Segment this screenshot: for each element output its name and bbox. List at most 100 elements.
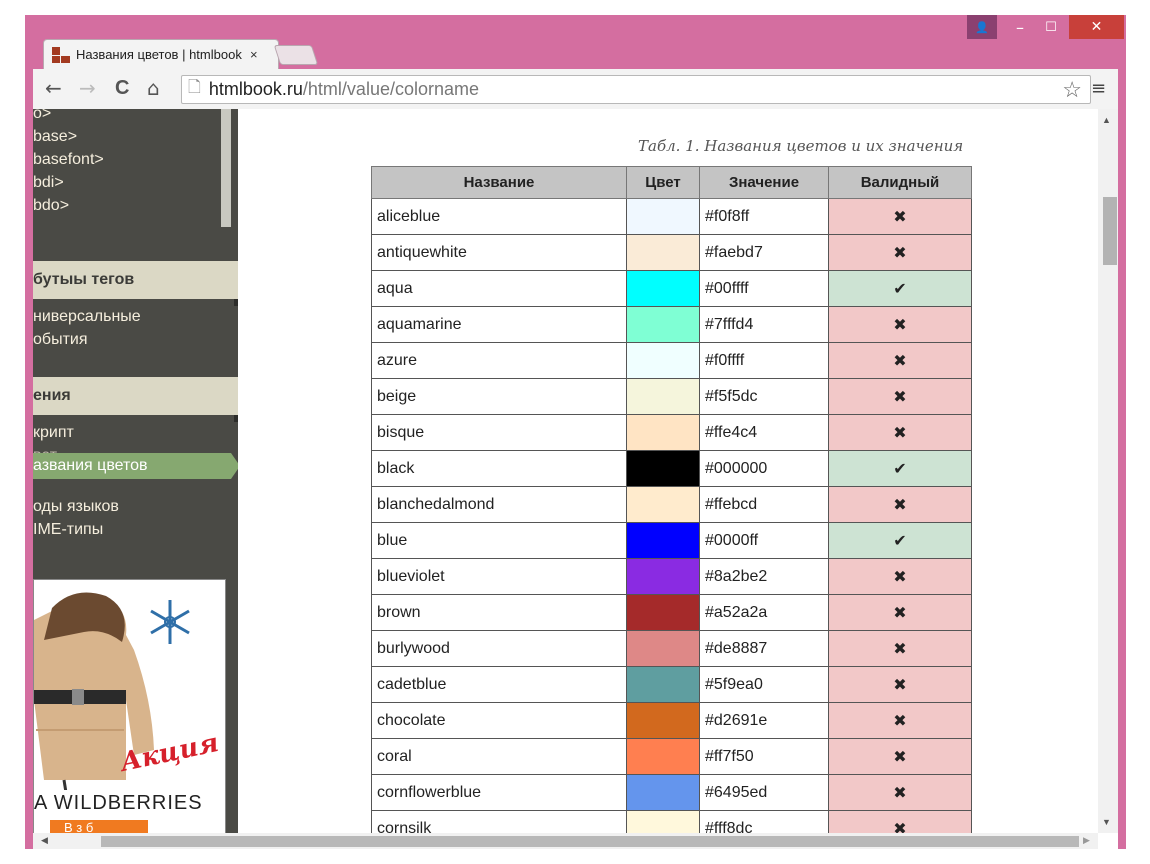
sidebar-link[interactable]: base>	[33, 128, 77, 146]
table-row: aquamarine #7fffd4 ✖	[371, 306, 972, 343]
color-swatch-cell	[626, 666, 700, 703]
sidebar-link[interactable]: крипт	[33, 424, 74, 442]
scroll-left-arrow-icon[interactable]: ◀	[41, 835, 48, 846]
reload-icon[interactable]: C	[115, 77, 129, 99]
invalid-cross-icon: ✖	[828, 414, 972, 451]
color-name-cell: blanchedalmond	[371, 486, 627, 523]
sidebar-section-values: ения	[33, 377, 238, 422]
color-value-cell: #ffe4c4	[699, 414, 829, 451]
color-name-cell: blueviolet	[371, 558, 627, 595]
sidebar-link[interactable]: ниверсальные	[33, 308, 141, 326]
color-value-cell: #000000	[699, 450, 829, 487]
table-row: beige #f5f5dc ✖	[371, 378, 972, 415]
color-value-cell: #f5f5dc	[699, 378, 829, 415]
color-value-cell: #ff7f50	[699, 738, 829, 775]
url-host: htmlbook.ru	[208, 79, 303, 99]
sidebar: o> base> basefont> bdi> bdo> бутыы тегов…	[33, 109, 238, 849]
color-name-cell: azure	[371, 342, 627, 379]
scroll-up-arrow-icon[interactable]: ▲	[1102, 115, 1111, 125]
close-window-button[interactable]: ✕	[1069, 15, 1124, 39]
invalid-cross-icon: ✖	[828, 378, 972, 415]
color-name-cell: coral	[371, 738, 627, 775]
vertical-scroll-thumb[interactable]	[1103, 197, 1117, 265]
table-row: burlywood #de8887 ✖	[371, 630, 972, 667]
invalid-cross-icon: ✖	[828, 666, 972, 703]
table-row: azure #f0ffff ✖	[371, 342, 972, 379]
active-item-arrow	[231, 453, 238, 479]
invalid-cross-icon: ✖	[828, 630, 972, 667]
invalid-cross-icon: ✖	[828, 774, 972, 811]
color-name-cell: brown	[371, 594, 627, 631]
table-row: coral #ff7f50 ✖	[371, 738, 972, 775]
sidebar-link[interactable]: basefont>	[33, 151, 104, 169]
maximize-button[interactable]: ☐	[1035, 15, 1067, 39]
sidebar-link[interactable]: bdi>	[33, 174, 64, 192]
color-name-cell: burlywood	[371, 630, 627, 667]
invalid-cross-icon: ✖	[828, 198, 972, 235]
browser-tab-active[interactable]: Названия цветов | htmlbook ×	[43, 39, 279, 69]
browser-toolbar: ← → C ⌂ 🗋 htmlbook.ru/html/value/colorna…	[33, 69, 1118, 109]
bookmark-star-icon[interactable]: ☆	[1062, 77, 1082, 103]
tab-close-icon[interactable]: ×	[250, 47, 258, 62]
color-name-cell: blue	[371, 522, 627, 559]
color-name-cell: black	[371, 450, 627, 487]
ad-banner[interactable]: Акция A WILDBERRIES В з б	[33, 579, 226, 849]
horizontal-scroll-thumb[interactable]	[101, 836, 1079, 847]
color-value-cell: #ffebcd	[699, 486, 829, 523]
color-swatch-cell	[626, 342, 700, 379]
back-arrow-icon[interactable]: ←	[45, 77, 62, 99]
color-name-cell: chocolate	[371, 702, 627, 739]
sidebar-link[interactable]: o>	[33, 109, 51, 123]
sidebar-link[interactable]: обытия	[33, 331, 88, 349]
sidebar-link[interactable]: IME-типы	[33, 521, 103, 539]
table-row: bisque #ffe4c4 ✖	[371, 414, 972, 451]
table-header-row: Название Цвет Значение Валидный	[371, 166, 972, 199]
invalid-cross-icon: ✖	[828, 594, 972, 631]
scroll-right-arrow-icon[interactable]: ▶	[1083, 835, 1090, 846]
home-icon[interactable]: ⌂	[147, 77, 160, 99]
color-name-cell: bisque	[371, 414, 627, 451]
scroll-down-arrow-icon[interactable]: ▼	[1102, 817, 1111, 827]
address-bar[interactable]: 🗋 htmlbook.ru/html/value/colorname ☆	[181, 75, 1091, 104]
valid-check-icon: ✔	[828, 450, 972, 487]
minimize-button[interactable]: –	[1005, 15, 1035, 39]
table-row: black #000000 ✔	[371, 450, 972, 487]
table-row: antiquewhite #faebd7 ✖	[371, 234, 972, 271]
ad-brand-logo: A WILDBERRIES	[34, 792, 203, 814]
column-header-value: Значение	[699, 166, 829, 199]
invalid-cross-icon: ✖	[828, 342, 972, 379]
snowflake-icon	[150, 600, 190, 644]
table-row: aqua #00ffff ✔	[371, 270, 972, 307]
invalid-cross-icon: ✖	[828, 306, 972, 343]
user-icon[interactable]: 👤	[967, 15, 997, 39]
invalid-cross-icon: ✖	[828, 486, 972, 523]
horizontal-scrollbar[interactable]: ◀ ▶	[33, 833, 1098, 849]
color-swatch-cell	[626, 234, 700, 271]
forward-arrow-icon[interactable]: →	[79, 77, 96, 99]
color-swatch-cell	[626, 558, 700, 595]
color-swatch-cell	[626, 306, 700, 343]
color-value-cell: #6495ed	[699, 774, 829, 811]
table-body: aliceblue #f0f8ff ✖ antiquewhite #faebd7 ✖ aqu…	[371, 198, 972, 847]
column-header-name: Название	[371, 166, 627, 199]
menu-icon[interactable]: ≡	[1091, 78, 1106, 99]
sidebar-item-label: азвания цветов	[33, 457, 148, 474]
table-row: blueviolet #8a2be2 ✖	[371, 558, 972, 595]
sidebar-scrollbar[interactable]	[221, 109, 231, 227]
color-value-cell: #5f9ea0	[699, 666, 829, 703]
color-name-cell: aquamarine	[371, 306, 627, 343]
new-tab-button[interactable]	[273, 45, 319, 65]
color-swatch-cell	[626, 594, 700, 631]
sidebar-item-active[interactable]: азвания цветов	[33, 453, 231, 479]
page-viewport: o> base> basefont> bdi> bdo> бутыы тегов…	[33, 109, 1118, 849]
sidebar-link[interactable]: оды языков	[33, 498, 119, 516]
color-name-cell: aqua	[371, 270, 627, 307]
color-swatch-cell	[626, 450, 700, 487]
vertical-scrollbar[interactable]: ▲ ▼	[1098, 109, 1118, 833]
sidebar-link[interactable]: bdo>	[33, 197, 69, 215]
color-swatch-cell	[626, 198, 700, 235]
color-table: Название Цвет Значение Валидный aliceblu…	[371, 166, 972, 847]
page-icon: 🗋	[188, 79, 201, 96]
color-name-cell: antiquewhite	[371, 234, 627, 271]
column-header-valid: Валидный	[828, 166, 972, 199]
